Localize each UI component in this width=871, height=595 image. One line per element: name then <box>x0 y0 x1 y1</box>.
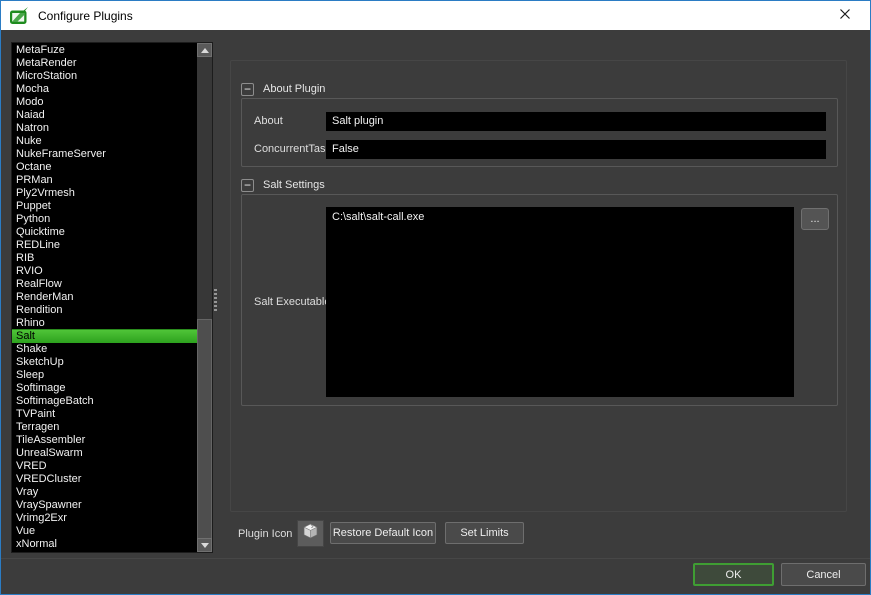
scrollbar-thumb[interactable] <box>197 319 212 539</box>
plugin-list-item[interactable]: NukeFrameServer <box>12 148 197 161</box>
plugin-list-item[interactable]: VRED <box>12 460 197 473</box>
triangle-down-icon <box>201 543 209 548</box>
footer-separator <box>1 558 870 559</box>
plugin-list-item[interactable]: Mocha <box>12 83 197 96</box>
triangle-up-icon <box>201 48 209 53</box>
about-field-label: About <box>254 115 283 127</box>
salt-settings-group: Salt Executable C:\salt\salt-call.exe ..… <box>241 194 838 406</box>
about-plugin-group-title: About Plugin <box>263 83 325 95</box>
plugin-list-item[interactable]: RIB <box>12 252 197 265</box>
salt-executable-input[interactable]: C:\salt\salt-call.exe <box>326 207 794 397</box>
close-icon <box>839 7 851 25</box>
ok-button[interactable]: OK <box>693 563 774 586</box>
plugin-list-item[interactable]: Terragen <box>12 421 197 434</box>
plugin-list-item[interactable]: MetaFuze <box>12 44 197 57</box>
window-title: Configure Plugins <box>38 9 133 23</box>
plugin-list-item[interactable]: MicroStation <box>12 70 197 83</box>
plugin-list-item[interactable]: Nuke <box>12 135 197 148</box>
restore-default-icon-button[interactable]: Restore Default Icon <box>330 522 436 544</box>
plugin-icon-label: Plugin Icon <box>238 528 292 540</box>
plugin-list-item[interactable]: Vray <box>12 486 197 499</box>
plugin-list-item[interactable]: UnrealSwarm <box>12 447 197 460</box>
plugin-list-item[interactable]: Shake <box>12 343 197 356</box>
plugin-icon-button[interactable] <box>297 520 324 547</box>
plugin-list-item[interactable]: Modo <box>12 96 197 109</box>
plugin-list[interactable]: MetaFuzeMetaRenderMicroStationMochaModoN… <box>11 42 213 553</box>
concurrent-tasks-field-value[interactable]: False <box>326 140 826 159</box>
plugin-list-item[interactable]: TVPaint <box>12 408 197 421</box>
splitter-handle[interactable] <box>214 289 217 312</box>
plugin-list-item[interactable]: PRMan <box>12 174 197 187</box>
plugin-list-item[interactable]: Python <box>12 213 197 226</box>
close-button[interactable] <box>824 1 866 30</box>
plugin-list-item[interactable]: RealFlow <box>12 278 197 291</box>
plugin-list-item[interactable]: REDLine <box>12 239 197 252</box>
plugin-list-item[interactable]: MetaRender <box>12 57 197 70</box>
concurrent-tasks-field-label: ConcurrentTasks <box>254 143 337 155</box>
plugin-list-item[interactable]: VraySpawner <box>12 499 197 512</box>
plugin-list-item[interactable]: TileAssembler <box>12 434 197 447</box>
plugin-list-item[interactable]: SketchUp <box>12 356 197 369</box>
plugin-list-item[interactable]: Quicktime <box>12 226 197 239</box>
salt-settings-group-header: − Salt Settings <box>241 178 325 192</box>
plugin-list-item[interactable]: Puppet <box>12 200 197 213</box>
plugin-list-item[interactable]: Salt <box>12 329 197 343</box>
plugin-list-item[interactable]: Vrimg2Exr <box>12 512 197 525</box>
plugin-list-scrollbar[interactable] <box>197 43 212 552</box>
scroll-down-button[interactable] <box>197 538 212 552</box>
about-plugin-group-header: − About Plugin <box>241 82 325 96</box>
plugin-list-item[interactable]: xNormal <box>12 538 197 551</box>
plugin-list-item[interactable]: Rendition <box>12 304 197 317</box>
collapse-salt-settings-button[interactable]: − <box>241 179 254 192</box>
configure-plugins-window: Configure Plugins MetaFuzeMetaRenderMicr… <box>0 0 871 595</box>
scroll-up-button[interactable] <box>197 43 212 57</box>
plugin-list-item[interactable]: Octane <box>12 161 197 174</box>
set-limits-button[interactable]: Set Limits <box>445 522 524 544</box>
plugin-list-item[interactable]: Ply2Vrmesh <box>12 187 197 200</box>
plugin-list-item[interactable]: RVIO <box>12 265 197 278</box>
collapse-about-button[interactable]: − <box>241 83 254 96</box>
salt-cube-icon <box>302 523 319 545</box>
salt-executable-field-label: Salt Executable <box>254 296 330 308</box>
plugin-list-item[interactable]: Naiad <box>12 109 197 122</box>
plugin-list-item[interactable]: Softimage <box>12 382 197 395</box>
plugin-list-item[interactable]: RenderMan <box>12 291 197 304</box>
about-field-value[interactable]: Salt plugin <box>326 112 826 131</box>
plugin-list-item[interactable]: Sleep <box>12 369 197 382</box>
about-plugin-group: About Salt plugin ConcurrentTasks False <box>241 98 838 167</box>
plugin-list-item[interactable]: VREDCluster <box>12 473 197 486</box>
salt-settings-group-title: Salt Settings <box>263 179 325 191</box>
cancel-button[interactable]: Cancel <box>781 563 866 586</box>
plugin-list-item[interactable]: Natron <box>12 122 197 135</box>
plugin-list-items: MetaFuzeMetaRenderMicroStationMochaModoN… <box>12 43 197 552</box>
app-icon <box>9 7 29 25</box>
plugin-list-item[interactable]: Vue <box>12 525 197 538</box>
plugin-list-item[interactable]: SoftimageBatch <box>12 395 197 408</box>
browse-button[interactable]: ... <box>801 208 829 230</box>
titlebar: Configure Plugins <box>1 1 870 30</box>
